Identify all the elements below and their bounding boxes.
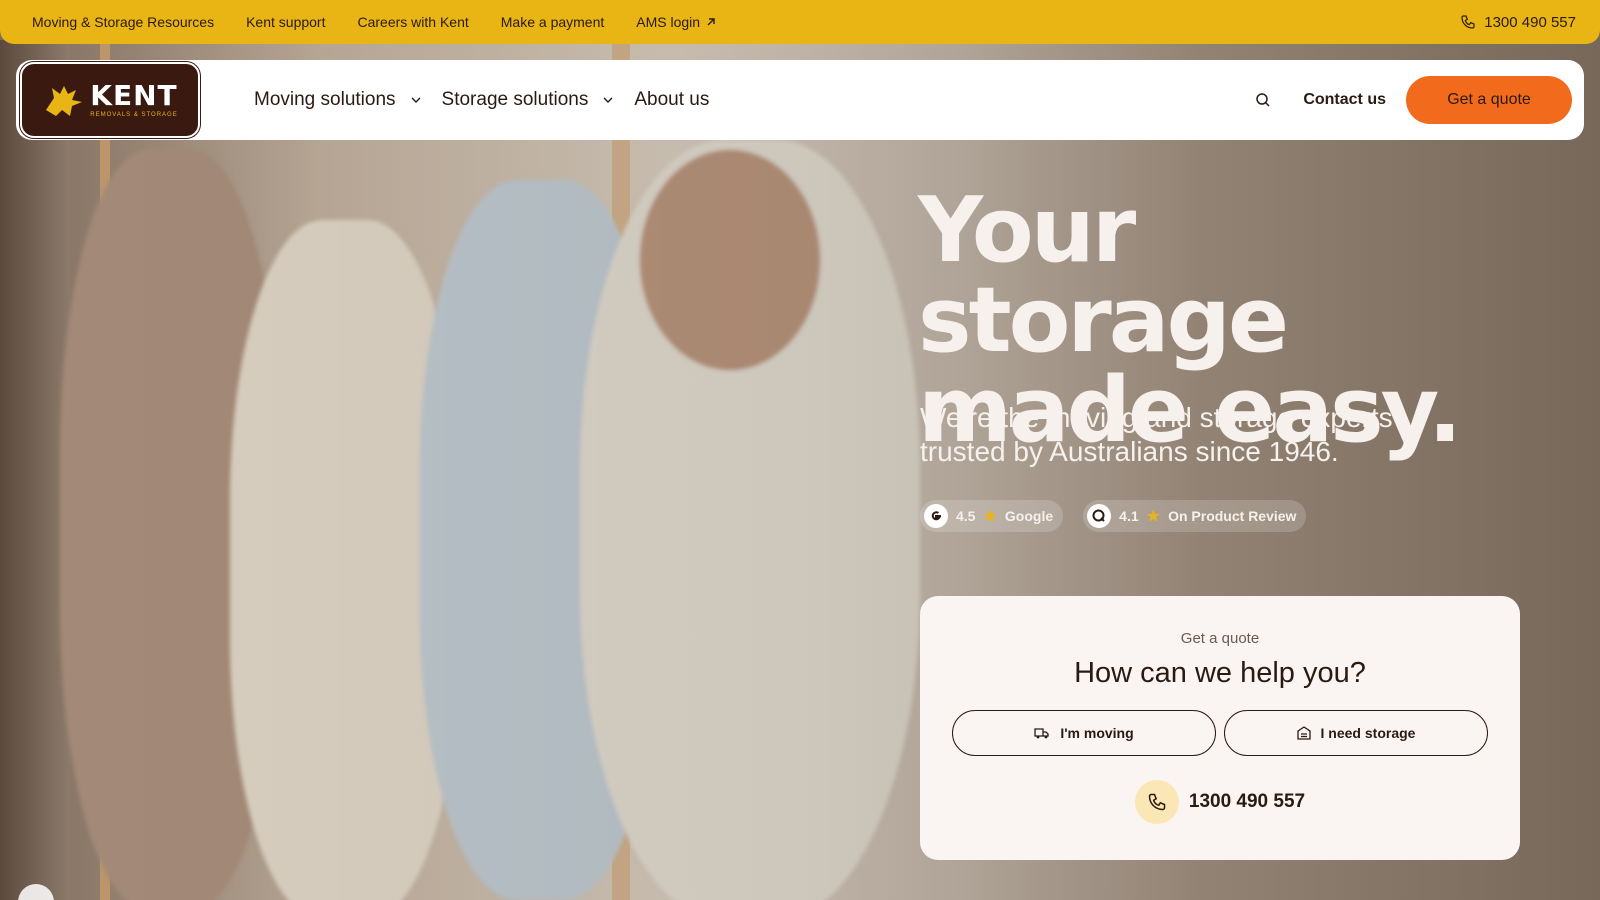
im-moving-button[interactable]: I'm moving — [952, 710, 1216, 756]
rating-score: 4.1 — [1119, 508, 1139, 524]
nav-item-label: Storage solutions — [441, 89, 589, 110]
star-icon: ★ — [1146, 508, 1161, 525]
logo-tagline: REMOVALS & STORAGE — [90, 112, 178, 118]
hero-subline: We’re the moving and storage experts tru… — [920, 402, 1393, 467]
topbar-link-label: Make a payment — [500, 14, 605, 30]
topbar-link-careers[interactable]: Careers with Kent — [357, 14, 468, 30]
topbar-link-support[interactable]: Kent support — [246, 14, 325, 30]
hero-headline-line-1: Your storage — [918, 178, 1289, 373]
nav-item-moving-solutions[interactable]: Moving solutions — [254, 89, 422, 111]
search-icon — [1256, 93, 1270, 107]
chevron-down-icon — [603, 97, 613, 103]
quote-options: I'm moving I need storage — [952, 710, 1488, 756]
nav-item-label: About us — [634, 89, 710, 110]
quote-card: Get a quote How can we help you? I'm mov… — [920, 596, 1520, 860]
phone-icon — [1148, 793, 1166, 811]
get-a-quote-button[interactable]: Get a quote — [1406, 76, 1572, 124]
kent-logo[interactable]: KENT REMOVALS & STORAGE — [20, 62, 200, 138]
topbar-link-label: Moving & Storage Resources — [32, 14, 215, 30]
chevron-down-icon — [411, 97, 421, 103]
topbar-link-label: Careers with Kent — [357, 14, 469, 30]
topbar-link-label: AMS login — [636, 14, 701, 30]
rating-source: On Product Review — [1168, 508, 1297, 524]
nav-item-about-us[interactable]: About us — [634, 89, 709, 111]
top-utility-bar: Moving & Storage Resources Kent support … — [0, 0, 1600, 44]
topbar-phone-number: 1300 490 557 — [1484, 13, 1576, 31]
topbar-link-ams-login[interactable]: AMS login — [636, 14, 716, 30]
topbar-phone-link[interactable]: 1300 490 557 — [1460, 14, 1576, 31]
google-icon — [924, 504, 948, 528]
i-need-storage-button[interactable]: I need storage — [1224, 710, 1488, 756]
phone-icon — [1461, 15, 1475, 29]
phone-icon-circle — [1134, 780, 1179, 824]
contact-us-link[interactable]: Contact us — [1303, 91, 1386, 109]
nav-item-storage-solutions[interactable]: Storage solutions — [442, 89, 615, 111]
product-review-icon — [1087, 504, 1112, 528]
product-review-rating-badge[interactable]: 4.1 ★ On Product Review — [1083, 500, 1307, 532]
storage-icon — [1296, 726, 1311, 740]
rating-score: 4.5 — [956, 508, 976, 524]
google-rating-badge[interactable]: 4.5 ★ Google — [920, 500, 1064, 532]
topbar-link-payment[interactable]: Make a payment — [501, 14, 605, 30]
topbar-link-resources[interactable]: Moving & Storage Resources — [32, 14, 214, 30]
main-navbar: KENT REMOVALS & STORAGE Moving solutions… — [16, 60, 1584, 140]
nav-links: Moving solutions Storage solutions About… — [254, 89, 729, 111]
option-label: I need storage — [1320, 725, 1416, 741]
option-label: I'm moving — [1060, 725, 1134, 741]
rating-source: Google — [1004, 508, 1054, 524]
quote-card-title: How can we help you? — [1074, 657, 1366, 689]
topbar-link-label: Kent support — [246, 14, 326, 30]
logo-wordmark: KENT — [90, 79, 178, 112]
truck-icon — [1034, 728, 1049, 739]
nav-item-label: Moving solutions — [254, 89, 396, 110]
ratings-row: 4.5 ★ Google 4.1 ★ On Product Review — [920, 500, 1307, 532]
external-arrow-icon — [707, 18, 715, 26]
star-icon: ★ — [983, 508, 997, 525]
quote-card-phone-link[interactable]: 1300 490 557 — [1134, 780, 1306, 824]
search-button[interactable] — [1245, 82, 1281, 118]
griffin-logo-icon — [46, 86, 83, 116]
quote-card-eyebrow: Get a quote — [1180, 630, 1260, 647]
quote-card-phone-number: 1300 490 557 — [1188, 791, 1306, 812]
